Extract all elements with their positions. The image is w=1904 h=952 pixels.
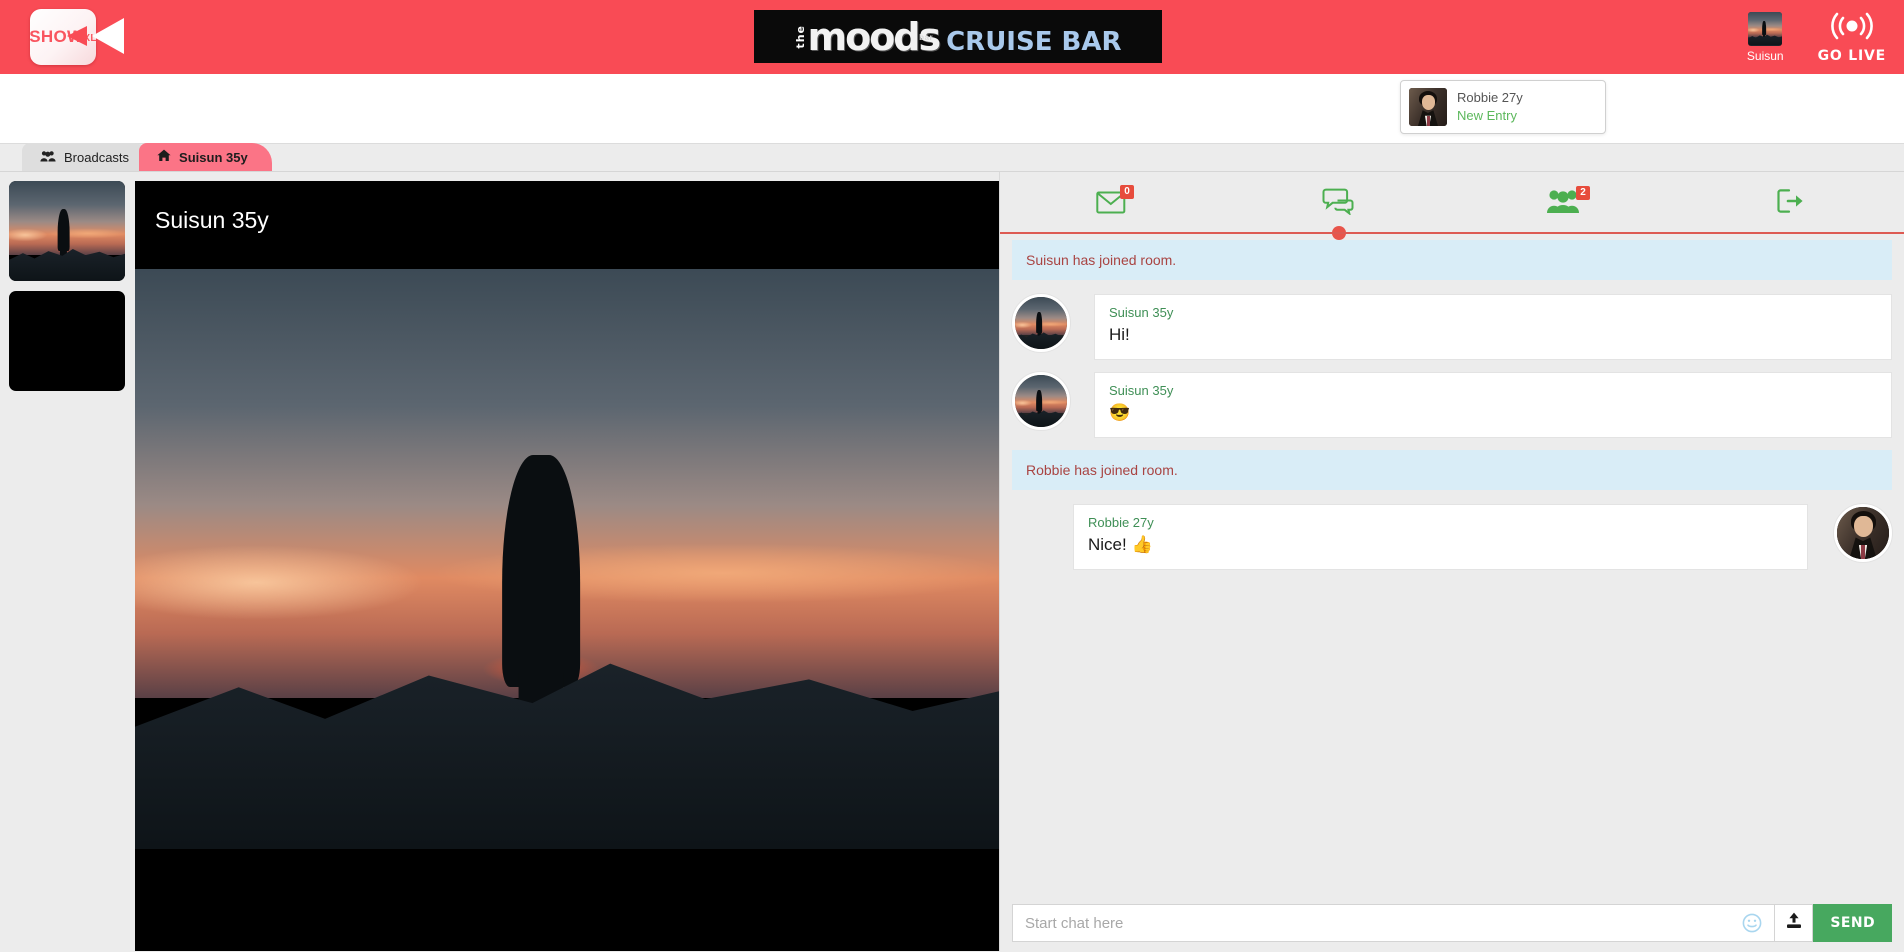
system-message: Robbie has joined room. bbox=[1012, 450, 1892, 490]
video-stage: Suisun 35y bbox=[134, 172, 999, 951]
current-user-menu[interactable]: Suisun bbox=[1746, 11, 1784, 63]
chat-message: Suisun 35y Hi! bbox=[1012, 294, 1892, 360]
chat-panel: 0 2 Suisun has joined room. Suisun 35y H… bbox=[999, 172, 1904, 951]
tab-broadcasts[interactable]: Broadcasts bbox=[22, 143, 154, 171]
banner-cruise-bar-label: CRUISE BAR bbox=[946, 26, 1122, 57]
notification-user-name: Robbie 27y bbox=[1457, 90, 1523, 106]
system-message: Suisun has joined room. bbox=[1012, 240, 1892, 280]
chat-message-author: Suisun 35y bbox=[1109, 305, 1174, 320]
app-logo[interactable]: SHOWXL bbox=[29, 8, 128, 66]
avatar bbox=[1834, 504, 1892, 562]
exit-icon bbox=[1776, 188, 1806, 219]
chat-tab-underline bbox=[1000, 232, 1904, 234]
chat-message-list[interactable]: Suisun has joined room. Suisun 35y Hi! S… bbox=[1000, 234, 1904, 895]
chat-message: Robbie 27y Nice! 👍 bbox=[1012, 504, 1892, 570]
chat-message-text: Nice! 👍 bbox=[1088, 535, 1153, 554]
moods-cruise-bar-banner: the moods bar CRUISE BAR bbox=[754, 10, 1162, 63]
app-header: SHOWXL the moods bar CRUISE BAR Suisun G… bbox=[0, 0, 1904, 74]
chat-tab-bar: 0 2 bbox=[1000, 172, 1904, 240]
messages-tab[interactable]: 0 bbox=[1000, 172, 1226, 234]
chat-message: Suisun 35y 😎 bbox=[1012, 372, 1892, 438]
avatar bbox=[1409, 88, 1447, 126]
video-camera-icon bbox=[67, 18, 124, 54]
tab-suisun-35y-label: Suisun 35y bbox=[179, 149, 248, 165]
avatar bbox=[1748, 11, 1783, 46]
home-icon bbox=[157, 149, 171, 165]
chat-message-bubble: Suisun 35y Hi! bbox=[1094, 294, 1892, 360]
thumbnail-empty[interactable] bbox=[9, 291, 125, 391]
chat-bubbles-icon bbox=[1322, 187, 1356, 220]
notification-card[interactable]: Robbie 27y New Entry bbox=[1400, 80, 1606, 134]
broadcast-thumbnail-list bbox=[0, 172, 134, 951]
chat-tab[interactable] bbox=[1226, 172, 1452, 240]
chat-message-text: 😎 bbox=[1109, 403, 1131, 422]
video-title: Suisun 35y bbox=[155, 207, 269, 233]
members-tab[interactable]: 2 bbox=[1452, 172, 1678, 234]
header-actions: Suisun GO LIVE bbox=[1747, 0, 1886, 74]
chat-input-wrap[interactable] bbox=[1012, 904, 1776, 942]
tab-broadcasts-label: Broadcasts bbox=[64, 149, 130, 165]
chat-message-bubble: Robbie 27y Nice! 👍 bbox=[1073, 504, 1808, 570]
main-area: Suisun 35y 0 2 Suisun has joined room. S… bbox=[0, 172, 1904, 951]
send-button[interactable]: SEND bbox=[1813, 904, 1892, 942]
messages-badge: 0 bbox=[1120, 185, 1134, 199]
users-group-icon bbox=[40, 150, 56, 165]
banner-bar-label: bar bbox=[919, 32, 934, 42]
notification-bar: Robbie 27y New Entry bbox=[0, 74, 1904, 144]
go-live-label: GO LIVE bbox=[1817, 47, 1886, 64]
upload-icon bbox=[1786, 912, 1802, 934]
chat-input[interactable] bbox=[1023, 913, 1739, 933]
avatar bbox=[1012, 294, 1070, 352]
thumbnail-suisun[interactable] bbox=[9, 181, 125, 281]
broadcast-icon bbox=[1830, 11, 1874, 46]
go-live-button[interactable]: GO LIVE bbox=[1818, 11, 1886, 64]
tab-bar: Broadcasts Suisun 35y bbox=[0, 143, 1904, 172]
upload-button[interactable] bbox=[1775, 904, 1814, 942]
chat-message-author: Robbie 27y bbox=[1088, 515, 1154, 530]
current-user-name: Suisun bbox=[1746, 48, 1784, 63]
leave-room-tab[interactable] bbox=[1678, 172, 1904, 234]
video-frame bbox=[135, 269, 999, 849]
chat-message-author: Suisun 35y bbox=[1109, 383, 1174, 398]
chat-message-text: Hi! bbox=[1109, 325, 1130, 344]
members-badge: 2 bbox=[1576, 186, 1590, 200]
banner-the-label: the bbox=[793, 24, 807, 49]
chat-composer: SEND bbox=[1000, 895, 1904, 951]
notification-status: New Entry bbox=[1457, 108, 1517, 123]
video-player[interactable]: Suisun 35y bbox=[135, 181, 999, 951]
chat-message-bubble: Suisun 35y 😎 bbox=[1094, 372, 1892, 438]
avatar bbox=[1012, 372, 1070, 430]
tab-suisun-35y[interactable]: Suisun 35y bbox=[139, 143, 272, 171]
smiley-icon[interactable] bbox=[1738, 913, 1766, 933]
